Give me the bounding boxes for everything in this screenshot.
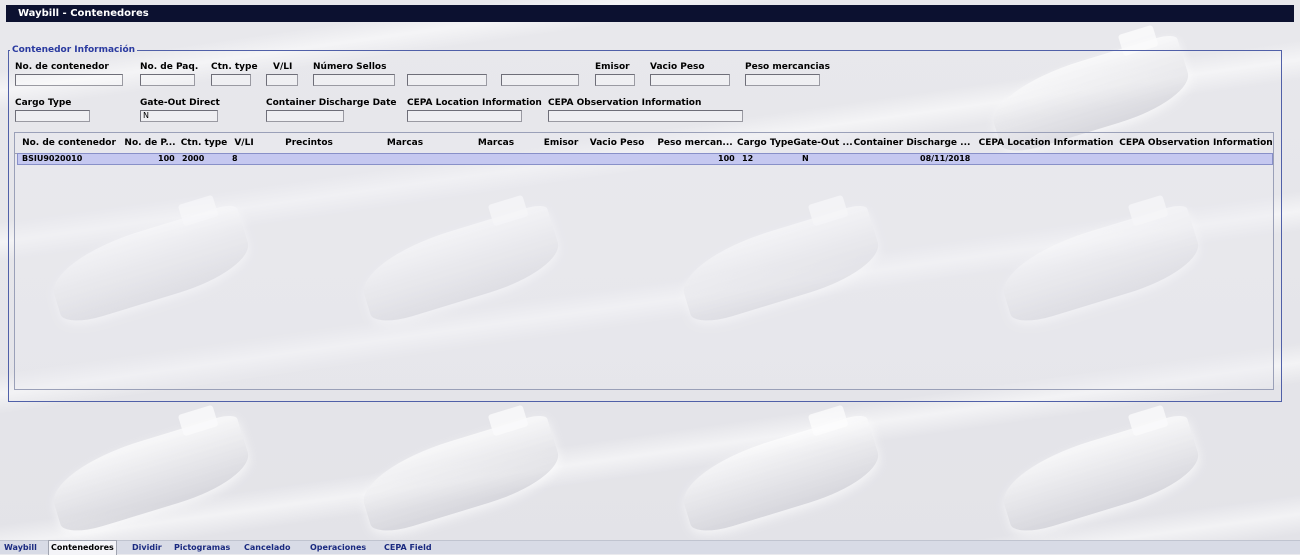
tab-cepa-field[interactable]: CEPA Field	[382, 541, 434, 554]
col-header-empty-weight[interactable]: Vacio Peso	[581, 133, 653, 153]
empty-weight-input[interactable]	[650, 74, 730, 86]
tab-dividir[interactable]: Dividir	[130, 541, 164, 554]
col-header-vli[interactable]: V/LI	[229, 133, 259, 153]
col-header-packages[interactable]: No. de P...	[121, 133, 179, 153]
container-no-label: No. de contenedor	[15, 62, 109, 72]
vli-label: V/LI	[273, 62, 293, 72]
cell-container-no: BSIU9020010	[22, 154, 83, 163]
containers-grid[interactable]: No. de contenedor No. de P... Ctn. type …	[14, 132, 1274, 390]
col-header-emisor[interactable]: Emisor	[541, 133, 581, 153]
ship-watermark	[44, 412, 256, 538]
cell-goods-weight: 100	[718, 154, 735, 163]
emisor-label: Emisor	[595, 62, 630, 72]
col-header-ctn-type[interactable]: Ctn. type	[179, 133, 229, 153]
bottom-tab-bar: Waybill Contenedores Dividir Pictogramas…	[0, 540, 1300, 555]
gate-out-label: Gate-Out Direct	[140, 98, 220, 108]
seals-label: Número Sellos	[313, 62, 387, 72]
cargo-type-input[interactable]	[15, 110, 90, 122]
empty-weight-label: Vacio Peso	[650, 62, 705, 72]
col-header-gate-out[interactable]: Gate-Out ...	[793, 133, 853, 153]
window-title: Waybill - Contenedores	[6, 5, 1294, 22]
cell-ctn-type: 2000	[182, 154, 205, 163]
col-header-cargo-type[interactable]: Cargo Type	[737, 133, 793, 153]
goods-weight-input[interactable]	[745, 74, 820, 86]
ctn-type-label: Ctn. type	[211, 62, 258, 72]
discharge-date-label: Container Discharge Date	[266, 98, 397, 108]
table-row[interactable]: BSIU9020010 100 2000 8 100 12 N 08/11/20…	[17, 153, 1273, 165]
col-header-goods-weight[interactable]: Peso mercan...	[653, 133, 737, 153]
cell-discharge-date: 08/11/2018	[920, 154, 971, 163]
cell-cargo-type: 12	[742, 154, 754, 163]
seals-input[interactable]	[313, 74, 395, 86]
section-title: Contenedor Información	[10, 45, 138, 55]
col-header-cepa-observation[interactable]: CEPA Observation Information	[1119, 133, 1273, 153]
col-header-container-no[interactable]: No. de contenedor	[17, 133, 121, 153]
packages-input[interactable]	[140, 74, 195, 86]
tab-pictogramas[interactable]: Pictogramas	[172, 541, 232, 554]
marks-input-1[interactable]	[407, 74, 487, 86]
cepa-location-input[interactable]	[407, 110, 522, 122]
ctn-type-input[interactable]	[211, 74, 251, 86]
cepa-observation-label: CEPA Observation Information	[548, 98, 702, 108]
discharge-date-input[interactable]	[266, 110, 344, 122]
col-header-precintos[interactable]: Precintos	[259, 133, 359, 153]
vli-input[interactable]	[266, 74, 298, 86]
col-header-cepa-location[interactable]: CEPA Location Information	[975, 133, 1117, 153]
cepa-observation-input[interactable]	[548, 110, 743, 122]
cell-vli: 8	[232, 154, 238, 163]
tab-waybill[interactable]: Waybill	[2, 541, 39, 554]
tab-operaciones[interactable]: Operaciones	[308, 541, 368, 554]
gate-out-input[interactable]: N	[140, 110, 218, 122]
emisor-input[interactable]	[595, 74, 635, 86]
tab-cancelado[interactable]: Cancelado	[242, 541, 293, 554]
cell-packages: 100	[158, 154, 175, 163]
ship-watermark	[674, 412, 886, 538]
cepa-location-label: CEPA Location Information	[407, 98, 542, 108]
col-header-discharge-date[interactable]: Container Discharge ...	[853, 133, 971, 153]
col-header-marcas-2[interactable]: Marcas	[451, 133, 541, 153]
packages-label: No. de Paq.	[140, 62, 199, 72]
container-no-input[interactable]	[15, 74, 123, 86]
ship-watermark	[354, 412, 566, 538]
goods-weight-label: Peso mercancias	[745, 62, 830, 72]
ship-watermark	[994, 412, 1206, 538]
grid-header: No. de contenedor No. de P... Ctn. type …	[15, 133, 1273, 154]
cell-gate-out: N	[802, 154, 809, 163]
col-header-marcas-1[interactable]: Marcas	[359, 133, 451, 153]
marks-input-2[interactable]	[501, 74, 579, 86]
cargo-type-label: Cargo Type	[15, 98, 72, 108]
